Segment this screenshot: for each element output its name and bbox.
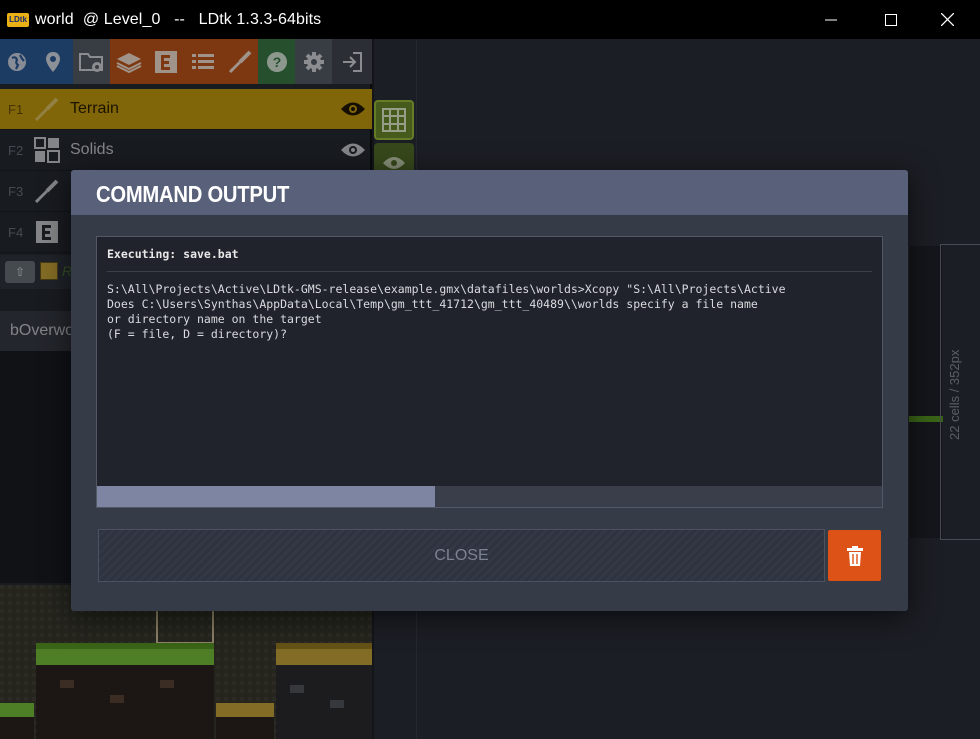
close-window-button[interactable] [922, 0, 972, 39]
output-line: (F = file, D = directory)? [107, 327, 288, 341]
progress-bar [97, 486, 882, 507]
progress-fill [97, 486, 435, 507]
title-bar: LDtk world @ Level_0 -- LDtk 1.3.3-64bit… [0, 0, 980, 39]
command-output-console[interactable]: Executing: save.bat S:\All\Projects\Acti… [96, 236, 883, 508]
output-line: Does C:\Users\Synthas\AppData\Local\Temp… [107, 297, 758, 311]
executing-label: Executing: save.bat [107, 247, 239, 261]
output-line: S:\All\Projects\Active\LDtk-GMS-release\… [107, 282, 786, 296]
app-window: LDtk world @ Level_0 -- LDtk 1.3.3-64bit… [0, 0, 980, 739]
maximize-icon [885, 13, 897, 26]
close-button[interactable]: CLOSE [98, 529, 825, 582]
command-output-dialog: COMMAND OUTPUT Executing: save.bat S:\Al… [71, 170, 908, 611]
window-title: world @ Level_0 -- LDtk 1.3.3-64bits [35, 10, 322, 28]
close-icon [940, 13, 954, 26]
minimize-button[interactable] [806, 0, 856, 39]
dialog-header: COMMAND OUTPUT [71, 170, 908, 215]
trash-icon [846, 545, 863, 566]
output-line: or directory name on the target [107, 312, 322, 326]
delete-button[interactable] [828, 530, 881, 581]
output-separator [107, 271, 872, 272]
dialog-title: COMMAND OUTPUT [96, 181, 290, 207]
maximize-button[interactable] [866, 0, 916, 39]
app-logo: LDtk [7, 12, 29, 27]
minimize-icon [825, 19, 837, 20]
